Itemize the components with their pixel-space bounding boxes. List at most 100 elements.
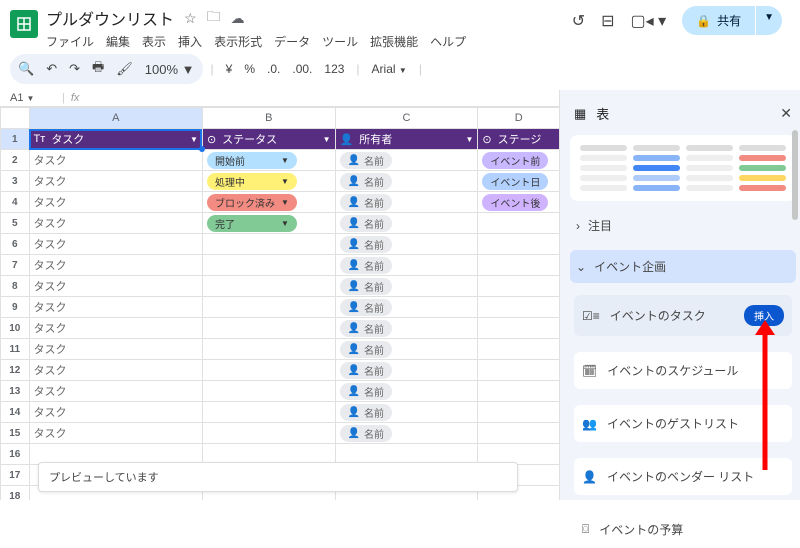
name-box[interactable]: A1 ▼ <box>10 92 56 104</box>
col-header-b[interactable]: B <box>202 108 335 129</box>
menu-format[interactable]: 表示形式 <box>214 33 262 50</box>
status-cell[interactable]: 処理中▼ <box>202 171 335 192</box>
owner-cell[interactable]: 👤名前 <box>335 381 478 402</box>
owner-cell[interactable]: 👤名前 <box>335 423 478 444</box>
row-header[interactable]: 3 <box>1 171 30 192</box>
row-header[interactable]: 10 <box>1 318 30 339</box>
status-cell[interactable] <box>202 297 335 318</box>
task-cell[interactable]: タスク <box>29 360 202 381</box>
menu-help[interactable]: ヘルプ <box>430 33 466 50</box>
stage-cell[interactable] <box>478 276 559 297</box>
row-header[interactable]: 11 <box>1 339 30 360</box>
status-cell[interactable] <box>202 423 335 444</box>
menu-edit[interactable]: 編集 <box>106 33 130 50</box>
owner-cell[interactable]: 👤名前 <box>335 150 478 171</box>
menu-data[interactable]: データ <box>274 33 310 50</box>
row-header[interactable]: 2 <box>1 150 30 171</box>
row-header[interactable]: 7 <box>1 255 30 276</box>
status-cell[interactable]: 開始前▼ <box>202 150 335 171</box>
task-cell[interactable]: タスク <box>29 339 202 360</box>
search-icon[interactable]: 🔍 <box>18 61 34 77</box>
owner-chip[interactable]: 👤名前 <box>340 341 392 358</box>
percent-button[interactable]: % <box>240 60 259 78</box>
menu-extensions[interactable]: 拡張機能 <box>370 33 418 50</box>
owner-cell[interactable]: 👤名前 <box>335 276 478 297</box>
owner-chip[interactable]: 👤名前 <box>340 299 392 316</box>
stage-cell[interactable] <box>478 381 559 402</box>
task-cell[interactable]: タスク <box>29 192 202 213</box>
status-cell[interactable] <box>202 381 335 402</box>
status-chip[interactable]: 完了▼ <box>207 215 297 232</box>
stage-cell[interactable] <box>478 255 559 276</box>
font-select[interactable]: Arial ▼ <box>368 60 411 78</box>
template-item[interactable]: ☑≡ イベントのタスク 挿入 <box>574 295 792 336</box>
task-cell[interactable]: タスク <box>29 171 202 192</box>
row-header[interactable]: 18 <box>1 486 30 501</box>
stage-chip[interactable]: イベント前 <box>482 152 548 169</box>
decimal-inc-button[interactable]: .00. <box>288 60 316 78</box>
meet-icon[interactable]: ▢◂ ▾ <box>631 11 667 31</box>
status-cell[interactable] <box>202 276 335 297</box>
stage-cell[interactable] <box>478 234 559 255</box>
template-item[interactable]: 👤 イベントのベンダー リスト <box>574 458 792 495</box>
task-cell[interactable]: タスク <box>29 234 202 255</box>
stage-cell[interactable] <box>478 360 559 381</box>
task-cell[interactable]: タスク <box>29 381 202 402</box>
status-cell[interactable]: 完了▼ <box>202 213 335 234</box>
stage-chip[interactable]: イベント日 <box>482 173 548 190</box>
status-chip[interactable]: ブロック済み▼ <box>207 194 297 211</box>
table-header-cell[interactable]: Tтタスク▼ <box>29 129 202 150</box>
spreadsheet-grid[interactable]: A B C D 1 Tтタスク▼ ⊙ステータス▼ 👤所有者▼ ⊙ステージ 2タス… <box>0 107 559 500</box>
share-dropdown[interactable]: ▼ <box>756 6 782 35</box>
status-cell[interactable] <box>202 318 335 339</box>
task-cell[interactable]: タスク <box>29 318 202 339</box>
owner-cell[interactable]: 👤名前 <box>335 171 478 192</box>
table-header-cell[interactable]: ⊙ステージ <box>478 129 559 150</box>
row-header[interactable]: 1 <box>1 129 30 150</box>
redo-icon[interactable]: ↷ <box>69 61 80 77</box>
task-cell[interactable]: タスク <box>29 423 202 444</box>
status-cell[interactable] <box>202 339 335 360</box>
menu-insert[interactable]: 挿入 <box>178 33 202 50</box>
stage-chip[interactable]: イベント後 <box>482 194 548 211</box>
owner-cell[interactable]: 👤名前 <box>335 339 478 360</box>
doc-title[interactable]: プルダウンリスト <box>46 6 174 30</box>
owner-cell[interactable]: 👤名前 <box>335 318 478 339</box>
row-header[interactable]: 15 <box>1 423 30 444</box>
star-icon[interactable]: ☆ <box>184 10 197 27</box>
owner-cell[interactable]: 👤名前 <box>335 213 478 234</box>
template-item[interactable]: ⌼ イベントの予算 <box>574 511 792 548</box>
history-icon[interactable]: ↺ <box>572 11 585 31</box>
owner-chip[interactable]: 👤名前 <box>340 215 392 232</box>
status-chip[interactable]: 処理中▼ <box>207 173 297 190</box>
table-header-cell[interactable]: 👤所有者▼ <box>335 129 478 150</box>
template-item[interactable]: 🗓 イベントのスケジュール <box>574 352 792 389</box>
stage-cell[interactable] <box>478 402 559 423</box>
task-cell[interactable]: タスク <box>29 297 202 318</box>
owner-cell[interactable]: 👤名前 <box>335 234 478 255</box>
share-button[interactable]: 🔒 共有 <box>682 6 755 35</box>
col-header-a[interactable]: A <box>29 108 202 129</box>
owner-chip[interactable]: 👤名前 <box>340 383 392 400</box>
currency-button[interactable]: ¥ <box>222 60 237 78</box>
owner-chip[interactable]: 👤名前 <box>340 425 392 442</box>
zoom-select[interactable]: 100% ▼ <box>145 62 195 77</box>
comment-icon[interactable]: ⊟ <box>601 11 614 31</box>
status-cell[interactable] <box>202 255 335 276</box>
insert-button[interactable]: 挿入 <box>744 305 784 326</box>
row-header[interactable]: 12 <box>1 360 30 381</box>
owner-chip[interactable]: 👤名前 <box>340 236 392 253</box>
close-icon[interactable]: ✕ <box>780 105 792 122</box>
row-header[interactable]: 9 <box>1 297 30 318</box>
menu-file[interactable]: ファイル <box>46 33 94 50</box>
panel-scrollbar[interactable] <box>790 130 800 490</box>
row-header[interactable]: 5 <box>1 213 30 234</box>
cloud-icon[interactable]: ☁ <box>231 10 245 27</box>
owner-cell[interactable]: 👤名前 <box>335 255 478 276</box>
accordion-event[interactable]: ⌄イベント企画 <box>570 250 796 283</box>
status-cell[interactable]: ブロック済み▼ <box>202 192 335 213</box>
row-header[interactable]: 17 <box>1 465 30 486</box>
stage-cell[interactable]: イベント後 <box>478 192 559 213</box>
owner-chip[interactable]: 👤名前 <box>340 362 392 379</box>
owner-chip[interactable]: 👤名前 <box>340 278 392 295</box>
